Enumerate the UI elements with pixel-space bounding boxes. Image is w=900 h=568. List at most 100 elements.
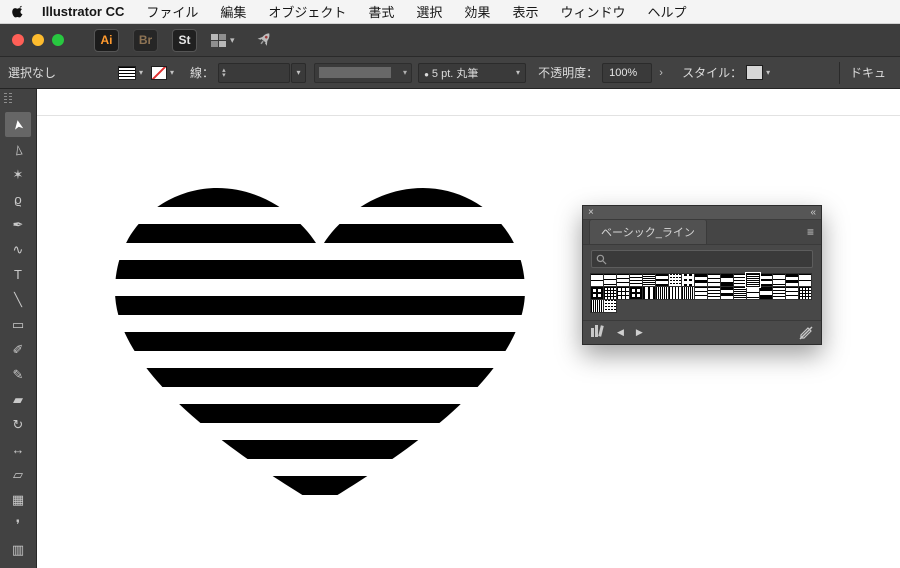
menu-effect[interactable]: 効果	[464, 2, 490, 21]
pattern-swatch-25[interactable]	[694, 286, 708, 300]
pattern-swatch-2[interactable]	[616, 273, 630, 287]
app-menu[interactable]: Illustrator CC	[42, 4, 124, 19]
paintbrush-tool[interactable]: ✐	[5, 337, 31, 362]
pattern-swatch-3[interactable]	[629, 273, 643, 287]
pattern-swatch-20[interactable]	[629, 286, 643, 300]
pattern-swatch-24[interactable]	[681, 286, 695, 300]
lasso-tool[interactable]: ϱ	[5, 187, 31, 212]
swatch-search-field[interactable]	[591, 250, 813, 268]
brush-definition-dropdown[interactable]: ● 5 pt. 丸筆 ▾	[418, 62, 527, 83]
pattern-swatch-18[interactable]	[603, 286, 617, 300]
style-dropdown[interactable]: ▾	[746, 65, 770, 80]
zoom-window-button[interactable]	[52, 34, 64, 46]
eraser-tool[interactable]: ▰	[5, 387, 31, 412]
menu-help[interactable]: ヘルプ	[647, 2, 686, 21]
stroke-weight-dropdown[interactable]: ▾	[291, 62, 307, 83]
illustrator-window: Illustrator CC ファイル 編集 オブジェクト 書式 選択 効果 表…	[0, 0, 900, 568]
apple-menu-icon[interactable]	[12, 4, 26, 19]
swatch-libraries-menu-icon[interactable]	[591, 325, 605, 340]
pattern-swatch-26[interactable]	[707, 286, 721, 300]
stroke-weight-input[interactable]	[225, 66, 272, 79]
magic-wand-tool[interactable]: ✶	[5, 162, 31, 187]
next-library-button[interactable]: ▶	[636, 327, 643, 338]
pattern-swatch-17[interactable]	[590, 286, 604, 300]
stock-icon[interactable]: St	[172, 28, 197, 52]
pattern-swatch-28[interactable]	[733, 286, 747, 300]
width-profile-dropdown[interactable]: ▾	[314, 62, 413, 83]
stroke-color-dropdown[interactable]: ▾	[151, 65, 174, 80]
selection-tool[interactable]: ➤	[5, 112, 31, 137]
pattern-swatch-5[interactable]	[655, 273, 669, 287]
document-setup-button[interactable]: ドキュ	[850, 64, 892, 81]
pattern-swatch-29[interactable]	[746, 286, 760, 300]
pattern-swatch-32[interactable]	[785, 286, 799, 300]
pattern-swatch-15[interactable]	[785, 273, 799, 287]
close-window-button[interactable]	[12, 34, 24, 46]
canvas[interactable]: × « ベーシック_ライン ≡ ◀ ▶	[37, 89, 900, 568]
pattern-swatch-11[interactable]	[733, 273, 747, 287]
pattern-swatch-30[interactable]	[759, 286, 773, 300]
panel-collapse-button[interactable]: «	[810, 207, 816, 218]
pattern-swatch-35[interactable]	[603, 299, 617, 313]
eyedropper-tool[interactable]: ❜	[5, 512, 31, 537]
pattern-swatch-14[interactable]	[772, 273, 786, 287]
stroke-weight-field[interactable]: ▴ ▾	[218, 62, 291, 83]
minimize-window-button[interactable]	[32, 34, 44, 46]
pattern-swatch-33[interactable]	[798, 286, 812, 300]
pencil-tool[interactable]: ✎	[5, 362, 31, 387]
width-tool[interactable]: ↔	[5, 437, 31, 462]
pattern-swatch-16[interactable]	[798, 273, 812, 287]
selection-status: 選択なし	[8, 66, 57, 80]
pattern-swatch-0[interactable]	[590, 273, 604, 287]
panel-close-button[interactable]: ×	[588, 207, 594, 218]
pattern-swatch-4[interactable]	[642, 273, 656, 287]
pattern-swatch-27[interactable]	[720, 286, 734, 300]
panel-menu-icon[interactable]: ≡	[807, 225, 814, 239]
pen-tool[interactable]: ✒	[5, 212, 31, 237]
menu-view[interactable]: 表示	[512, 2, 538, 21]
pattern-swatch-9[interactable]	[707, 273, 721, 287]
pattern-swatch-13[interactable]	[759, 273, 773, 287]
type-tool[interactable]: T	[5, 262, 31, 287]
panel-tab-basic-line[interactable]: ベーシック_ライン	[589, 219, 707, 244]
pattern-swatch-12[interactable]	[746, 273, 760, 287]
graph-tool[interactable]: ▥	[5, 537, 31, 562]
direct-selection-tool[interactable]: ▻	[5, 137, 31, 162]
mesh-tool[interactable]: ▦	[5, 487, 31, 512]
gpu-performance-rocket-icon[interactable]	[255, 31, 273, 49]
pattern-swatch-7[interactable]	[681, 273, 695, 287]
bridge-icon[interactable]: Br	[133, 28, 158, 52]
opacity-options-button[interactable]: ›	[654, 63, 668, 83]
menu-object[interactable]: オブジェクト	[268, 2, 346, 21]
pattern-swatch-1[interactable]	[603, 273, 617, 287]
pattern-swatch-31[interactable]	[772, 286, 786, 300]
toolbar-grip[interactable]	[4, 93, 13, 104]
rectangle-tool[interactable]: ▭	[5, 312, 31, 337]
style-swatch	[746, 65, 764, 80]
menu-file[interactable]: ファイル	[146, 2, 198, 21]
pattern-swatch-22[interactable]	[655, 286, 669, 300]
stroke-weight-label: 線：	[190, 66, 215, 80]
curvature-tool[interactable]: ∿	[5, 237, 31, 262]
menu-type[interactable]: 書式	[368, 2, 394, 21]
pattern-swatch-21[interactable]	[642, 286, 656, 300]
pattern-swatch-23[interactable]	[668, 286, 682, 300]
menu-select[interactable]: 選択	[416, 2, 442, 21]
pattern-swatch-8[interactable]	[694, 273, 708, 287]
pattern-swatch-10[interactable]	[720, 273, 734, 287]
pattern-swatch-6[interactable]	[668, 273, 682, 287]
opacity-input[interactable]: 100%	[602, 62, 653, 83]
line-segment-tool[interactable]: ╲	[5, 287, 31, 312]
menu-edit[interactable]: 編集	[220, 2, 246, 21]
menu-window[interactable]: ウィンドウ	[560, 2, 625, 21]
fill-color-dropdown[interactable]: ▾	[118, 65, 143, 80]
rotate-tool[interactable]: ↻	[5, 412, 31, 437]
pattern-swatch-34[interactable]	[590, 299, 604, 313]
swatch-search-input[interactable]	[611, 253, 808, 265]
panel-tab-bar: ベーシック_ライン ≡	[583, 219, 821, 245]
striped-heart-artwork[interactable]	[114, 188, 526, 506]
free-transform-tool[interactable]: ▱	[5, 462, 31, 487]
workspace-switcher[interactable]: ▾	[211, 33, 235, 47]
pattern-swatch-19[interactable]	[616, 286, 630, 300]
previous-library-button[interactable]: ◀	[617, 327, 624, 338]
